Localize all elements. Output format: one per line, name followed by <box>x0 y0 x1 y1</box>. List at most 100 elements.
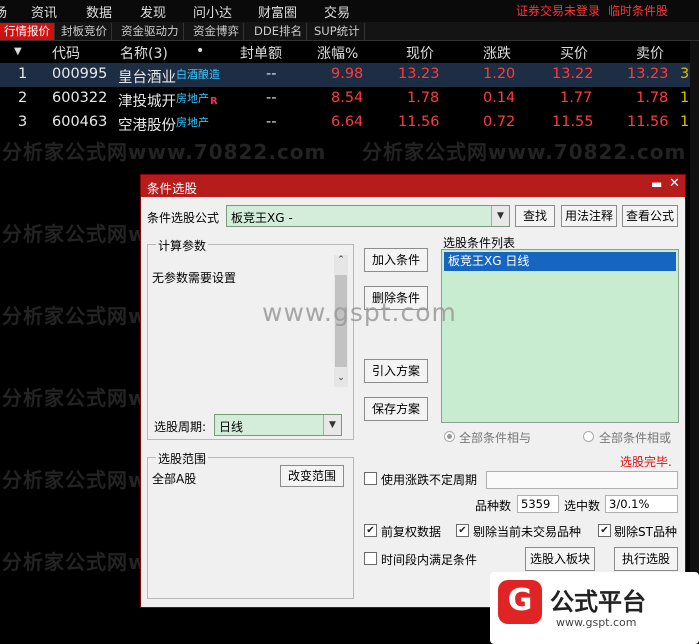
usage-notes-button[interactable]: 用法注释 <box>561 205 617 227</box>
find-button[interactable]: 查找 <box>515 205 555 227</box>
menu-item-trade[interactable]: 交易 <box>324 2 350 21</box>
use-period-label: 使用涨跌不定周期 <box>381 473 478 487</box>
stock-code: 000995 <box>52 66 108 82</box>
column-header-price[interactable]: 现价 <box>406 43 434 63</box>
radio-and[interactable] <box>444 431 455 442</box>
pct-change: 8.54 <box>331 90 364 106</box>
menu-item-ask-xiaoda[interactable]: 问小达 <box>193 2 232 21</box>
stock-code: 600322 <box>52 90 108 106</box>
fq-label: 前复权数据 <box>381 525 442 539</box>
bid-price: 13.22 <box>552 66 594 82</box>
to-block-button[interactable]: 选股入板块 <box>525 547 595 571</box>
formula-select[interactable]: 板竞王XG - ▼ <box>226 205 510 227</box>
tab-seal-bid[interactable]: 封板竞价 <box>57 23 112 40</box>
change: 0.14 <box>483 90 516 106</box>
ask-price: 13.23 <box>627 66 669 82</box>
table-row[interactable]: 1 000995 皇台酒业 白酒酿造 -- 9.98 13.23 1.20 13… <box>0 63 699 87</box>
menu-item-discover[interactable]: 发现 <box>140 2 166 21</box>
gspt-logo-name: 公式平台 <box>550 588 646 616</box>
column-header-dot: • <box>196 43 205 59</box>
seal-amount: -- <box>266 66 277 82</box>
stock-name: 津投城开 <box>118 94 176 110</box>
column-header-change[interactable]: 涨跌 <box>483 43 511 63</box>
tab-dde-rank[interactable]: DDE排名 <box>250 23 307 40</box>
minimize-icon[interactable]: ▬ <box>651 177 662 191</box>
save-plan-button[interactable]: 保存方案 <box>364 397 428 421</box>
fq-checkbox[interactable]: ✔ <box>364 524 377 537</box>
exclude-st-checkbox[interactable]: ✔ <box>598 524 611 537</box>
time-range-label: 时间段内满足条件 <box>381 553 478 567</box>
range-group-title: 选股范围 <box>156 450 209 467</box>
period-input[interactable] <box>486 471 678 489</box>
execute-button[interactable]: 执行选股 <box>614 547 678 571</box>
tab-quotes[interactable]: 行情报价 <box>0 23 55 40</box>
column-header-code[interactable]: 代码 <box>52 43 80 63</box>
selected-label: 选中数 <box>564 499 601 513</box>
table-row[interactable]: 2 600322 津投城开 房地产 R -- 8.54 1.78 0.14 1.… <box>0 87 699 111</box>
add-condition-button[interactable]: 加入条件 <box>364 248 428 272</box>
list-item[interactable]: 板竞王XG 日线 <box>444 252 676 271</box>
period-select[interactable]: 日线 ▼ <box>214 414 342 436</box>
use-period-checkbox[interactable] <box>364 472 377 485</box>
menu-item-market[interactable]: 场 <box>0 2 7 21</box>
import-plan-button[interactable]: 引入方案 <box>364 359 428 383</box>
tab-capital-drive[interactable]: 资金驱动力 <box>117 23 184 40</box>
range-value: 全部A股 <box>152 472 197 486</box>
radio-or[interactable] <box>583 431 594 442</box>
range-group: 选股范围 全部A股 改变范围 <box>147 450 354 599</box>
price: 13.23 <box>398 66 440 82</box>
trade-login-status[interactable]: 证券交易未登录 <box>516 2 600 19</box>
params-group-title: 计算参数 <box>156 237 209 254</box>
sector-tag: 白酒酿造 <box>176 68 220 81</box>
close-icon[interactable]: ✕ <box>669 176 680 191</box>
dialog-titlebar[interactable]: 条件选股 ▬ ✕ <box>141 175 685 197</box>
menu-item-wealth-circle[interactable]: 财富圈 <box>258 2 297 21</box>
exclude-untraded-checkbox[interactable]: ✔ <box>456 524 469 537</box>
tab-sup-stats[interactable]: SUP统计 <box>310 23 365 40</box>
view-formula-button[interactable]: 查看公式 <box>622 205 678 227</box>
time-range-checkbox[interactable] <box>364 552 377 565</box>
r-flag-badge: R <box>210 96 218 107</box>
change: 0.72 <box>483 114 516 130</box>
scroll-down-icon[interactable]: ⌄ <box>334 373 348 383</box>
temp-condition-stocks-link[interactable]: 临时条件股 <box>608 2 668 19</box>
price: 1.78 <box>407 90 440 106</box>
change-range-button[interactable]: 改变范围 <box>280 465 344 487</box>
column-header-ask[interactable]: 卖价 <box>636 43 664 63</box>
column-header-pct-change[interactable]: 涨幅% <box>317 43 358 63</box>
params-text: 无参数需要设置 <box>152 271 237 285</box>
pct-change: 9.98 <box>331 66 364 82</box>
conditions-list[interactable]: 板竞王XG 日线 <box>441 249 679 423</box>
column-header-seal-amount[interactable]: 封单额 <box>240 43 282 63</box>
row-index: 2 <box>18 90 28 106</box>
menu-item-news[interactable]: 资讯 <box>31 2 57 21</box>
column-header-bid[interactable]: 买价 <box>560 43 588 63</box>
tab-bar: 行情报价 封板竞价 资金驱动力 资金博弈 DDE排名 SUP统计 <box>0 22 699 41</box>
ask-price: 11.56 <box>627 114 669 130</box>
selected-field: 3/0.1% <box>605 495 678 513</box>
seal-amount: -- <box>266 90 277 106</box>
count-label: 品种数 <box>475 499 512 513</box>
price: 11.56 <box>398 114 440 130</box>
period-value: 日线 <box>219 420 244 434</box>
formula-label: 条件选股公式 <box>147 211 220 225</box>
chevron-down-icon[interactable]: ▼ <box>323 415 341 435</box>
tab-capital-game[interactable]: 资金博弈 <box>189 23 244 40</box>
bid-price: 1.77 <box>560 90 593 106</box>
gspt-logo-icon: G <box>498 580 542 624</box>
gspt-watermark: www.gspt.com <box>262 298 457 327</box>
menu-bar: 场 资讯 数据 发现 问小达 财富圈 交易 证券交易未登录 临时条件股 <box>0 0 699 22</box>
sort-marker-icon[interactable]: ▼ <box>14 46 22 57</box>
sector-tag: 房地产 <box>176 92 209 105</box>
status-text: 选股完毕. <box>620 455 672 469</box>
column-header-name[interactable]: 名称(3) <box>120 43 168 63</box>
chevron-down-icon[interactable]: ▼ <box>491 206 509 226</box>
menu-item-data[interactable]: 数据 <box>86 2 112 21</box>
params-group: 计算参数 无参数需要设置 ⌃ ⌄ 选股周期: 日线 ▼ <box>147 237 354 440</box>
seal-amount: -- <box>266 114 277 130</box>
scroll-up-icon[interactable]: ⌃ <box>334 255 348 265</box>
stock-name: 皇台酒业 <box>118 70 176 86</box>
radio-or-label: 全部条件相或 <box>599 431 672 445</box>
table-row[interactable]: 3 600463 空港股份 房地产 -- 6.64 11.56 0.72 11.… <box>0 111 699 135</box>
main-vertical-scrollbar[interactable] <box>690 41 699 644</box>
